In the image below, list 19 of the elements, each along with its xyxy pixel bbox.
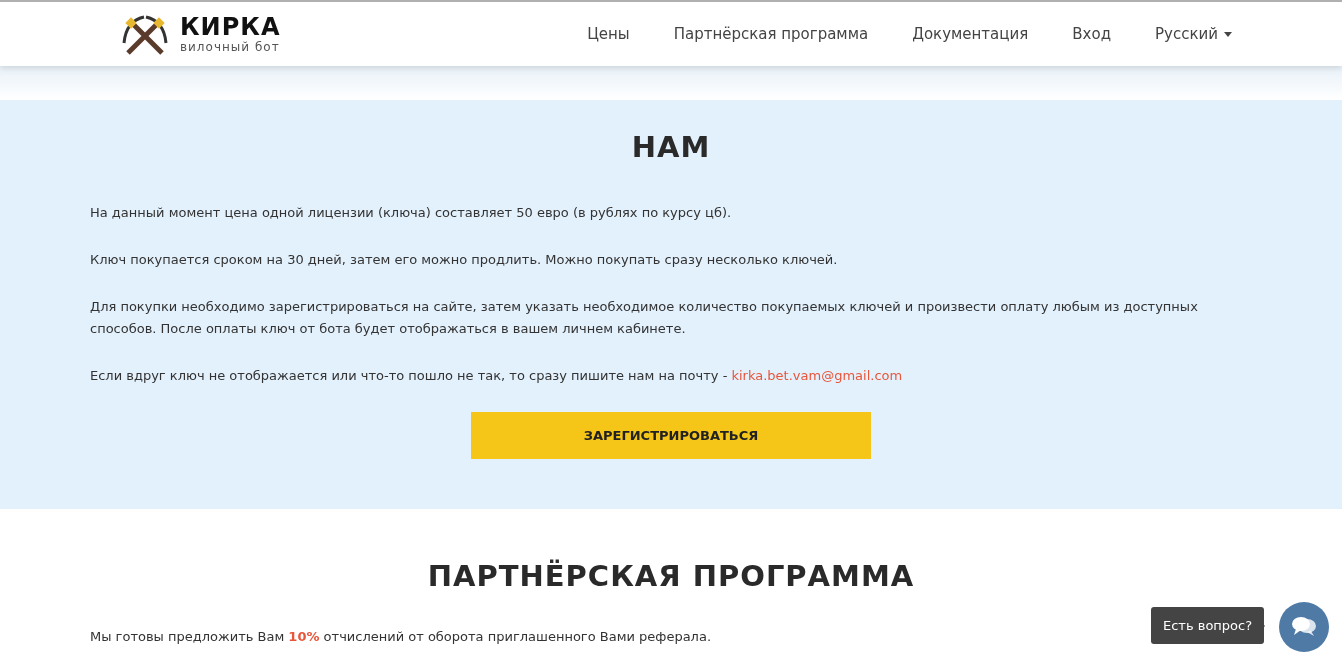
language-dropdown[interactable]: Русский — [1155, 25, 1232, 43]
paragraph: Мы готовы предложить Вам 10% отчислений от оборота приглашенного Вами реферала. — [90, 629, 713, 644]
chat-tooltip: Есть вопрос? — [1151, 607, 1265, 644]
register-button[interactable]: ЗАРЕГИСТРИРОВАТЬСЯ — [471, 412, 871, 459]
paragraph: Для покупки необходимо зарегистрироваться на сайте, затем указать необходимое количество покупаемых ключей и произвести оплату любым из доступных способов. После оплаты ключ от бота будет отображаться в вашем личнем кабинете. — [90, 298, 1199, 338]
nav-link[interactable]: Цены — [587, 25, 630, 43]
caret-icon — [1224, 31, 1232, 37]
paragraph: Если вдруг ключ не отображается или что-то пошло не так, то сразу пишите нам на почту - kirka.bet.vam@gmail.com — [90, 367, 904, 385]
nav-link[interactable]: Партнёрская программа — [673, 25, 869, 43]
logo-title[interactable]: КИРКА — [180, 14, 281, 40]
speech-bubbles-icon — [1291, 616, 1317, 638]
chat-button[interactable] — [1279, 602, 1329, 652]
paragraph: На данный момент цена одной лицензии (ключа) составляет 50 евро (в рублях по курсу цб). — [90, 204, 733, 222]
logo-subtitle: вилочный бот — [180, 40, 281, 54]
nav-link[interactable]: Вход — [1072, 25, 1111, 43]
nav-link[interactable]: Документация — [912, 25, 1029, 43]
section-title: НАМ — [630, 130, 712, 164]
section-title: ПАРТНЁРСКАЯ ПРОГРАММА — [426, 559, 916, 593]
paragraph: Ключ покупается сроком на 30 дней, затем его можно продлить. Можно покупать сразу несколько ключей. — [90, 251, 839, 269]
